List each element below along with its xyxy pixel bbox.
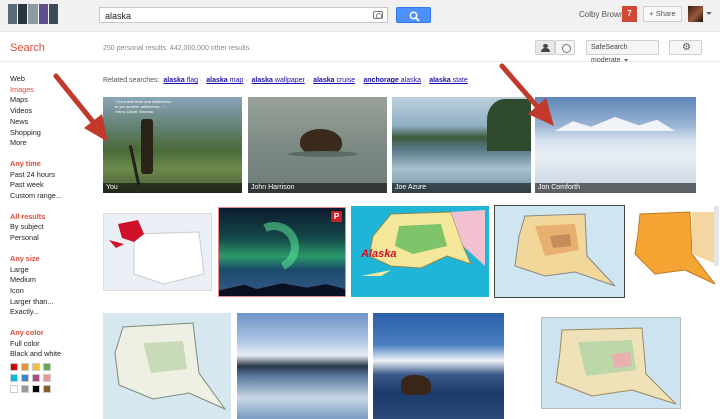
color-swatch[interactable] [21,385,29,394]
filter-by-subject[interactable]: By subject [10,222,95,233]
filter-full-color[interactable]: Full color [10,339,95,350]
filter-any-color[interactable]: Any color [10,328,95,339]
color-swatch[interactable] [43,374,51,383]
search-button[interactable] [396,7,431,23]
filter-size-large[interactable]: Large [10,265,95,276]
settings-button[interactable]: ⚙ [669,40,702,55]
color-swatch[interactable] [21,374,29,383]
image-caption: You [103,183,242,193]
search-input[interactable]: alaska [99,7,388,23]
image-result[interactable] [494,205,625,298]
related-link[interactable]: anchorage alaska [363,77,421,84]
color-swatch[interactable] [32,374,40,383]
image-result[interactable] [103,313,231,419]
results-count: 250 personal results. 442,000,000 other … [103,45,252,52]
related-link[interactable]: alaska state [429,77,468,84]
image-result[interactable]: "Our travel from one wilderness to yet a… [103,97,242,193]
image-caption: Jon Comforth [535,183,696,193]
app-window: alaska Colby Brown 7 + Share Search 250 … [0,0,720,419]
notification-badge[interactable]: 7 [622,6,637,22]
camera-icon[interactable] [373,11,383,19]
filter-any-time[interactable]: Any time [10,159,95,170]
user-name[interactable]: Colby Brown [579,10,624,19]
hide-personal-results-button[interactable] [555,40,575,55]
image-result[interactable]: Alaska [351,206,489,297]
gear-icon: ⚙ [682,42,691,53]
results-toolbar: Search 250 personal results. 442,000,000… [0,33,720,64]
image-result[interactable] [237,313,368,419]
filter-black-and-white[interactable]: Black and white [10,349,95,360]
avatar[interactable] [688,6,703,22]
map-thumbnail [514,213,616,287]
color-swatch[interactable] [43,363,51,372]
related-link[interactable]: alaska map [206,77,243,84]
image-caption: John Harrison [248,183,387,193]
filter-any-size[interactable]: Any size [10,254,95,265]
image-result[interactable] [103,213,212,291]
personal-results-button[interactable] [535,40,555,55]
arrow-annotation [499,63,554,126]
pinterest-icon[interactable]: P [331,211,342,222]
filter-size-medium[interactable]: Medium [10,275,95,286]
map-label: Alaska [361,248,397,260]
map-thumbnail [109,220,205,285]
map-thumbnail [555,327,677,405]
page-title: Search [10,42,45,54]
arrow-annotation [53,73,108,142]
search-query: alaska [105,11,132,21]
map-thumbnail [634,211,716,285]
scrollbar[interactable] [714,206,719,266]
color-swatches [10,363,95,394]
search-icon [409,11,420,22]
image-result[interactable] [541,317,681,409]
color-swatch[interactable] [10,363,18,372]
safesearch-dropdown[interactable]: SafeSearch moderate [586,40,659,64]
image-result[interactable]: Jon Comforth [535,97,696,193]
filter-size-larger-than[interactable]: Larger than... [10,297,95,308]
chevron-down-icon[interactable] [706,12,712,15]
filter-size-icon[interactable]: Icon [10,286,95,297]
filter-custom-range[interactable]: Custom range... [10,191,95,202]
related-link[interactable]: alaska flag [163,77,198,84]
image-result[interactable]: P [218,207,346,297]
filter-past-week[interactable]: Past week [10,180,95,191]
color-swatch[interactable] [10,374,18,383]
chevron-down-icon [623,58,628,62]
map-thumbnail [114,322,227,411]
color-swatch[interactable] [21,363,29,372]
image-caption: Joe Azure [392,183,531,193]
color-swatch[interactable] [32,363,40,372]
filter-all-results[interactable]: All results [10,212,95,223]
filter-past-24-hours[interactable]: Past 24 hours [10,170,95,181]
image-result[interactable]: John Harrison [248,97,387,193]
image-quote: "Our travel from one wilderness to yet a… [115,99,171,114]
top-bar: alaska Colby Brown 7 + Share [0,0,720,32]
related-link[interactable]: alaska cruise [313,77,355,84]
color-swatch[interactable] [43,385,51,394]
share-button[interactable]: + Share [643,6,682,22]
image-result[interactable] [373,313,504,419]
filter-personal[interactable]: Personal [10,233,95,244]
related-link[interactable]: alaska wallpaper [252,77,305,84]
related-searches: Related searches: alaska flag · alaska m… [103,77,468,84]
google-logo[interactable] [8,4,59,24]
safesearch-label: SafeSearch moderate [591,44,628,64]
color-swatch[interactable] [10,385,18,394]
filter-size-exactly[interactable]: Exactly... [10,307,95,318]
color-swatch[interactable] [32,385,40,394]
image-result[interactable] [630,204,718,298]
